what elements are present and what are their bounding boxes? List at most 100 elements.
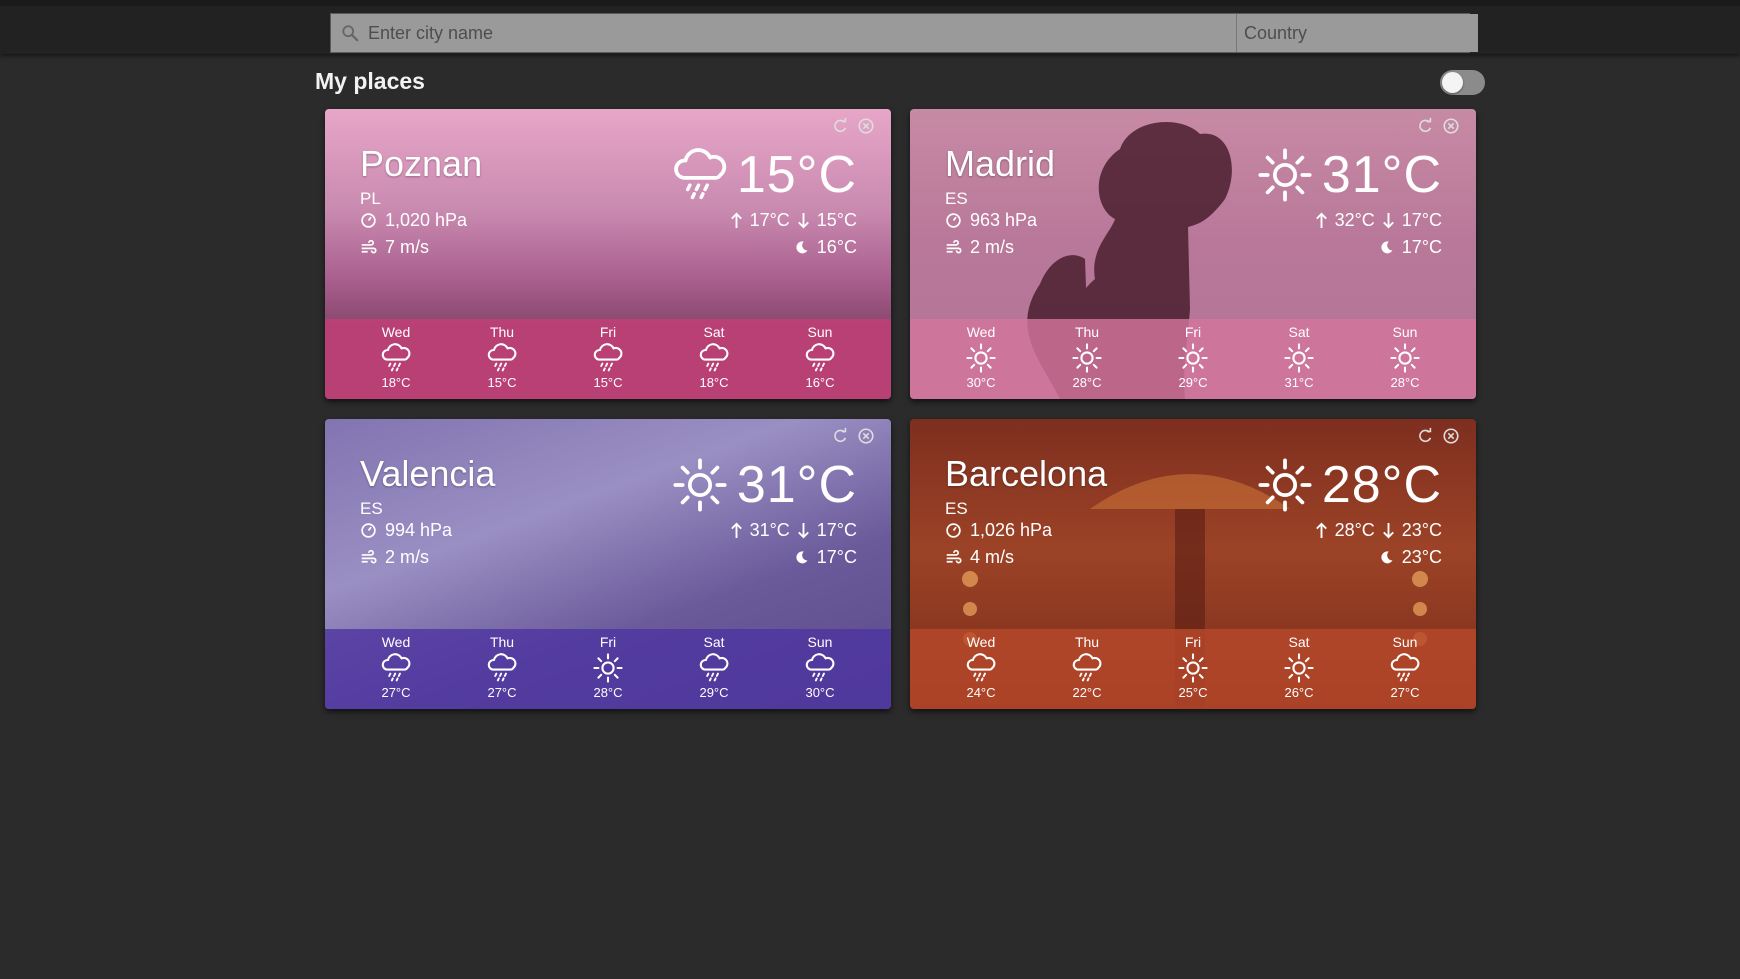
refresh-icon[interactable] xyxy=(831,427,849,445)
forecast-day-name: Sun xyxy=(1392,634,1418,650)
forecast-day: Sat 18°C xyxy=(679,319,749,399)
night-temp: 17°C xyxy=(1401,237,1442,257)
pressure-value: 1,020 hPa xyxy=(385,210,468,230)
city-name: Barcelona xyxy=(945,453,1108,494)
forecast-day: Wed 24°C xyxy=(946,629,1016,709)
current-temp: 31°C xyxy=(736,456,857,514)
low-temp: 23°C xyxy=(1401,520,1442,540)
pressure-value: 963 hPa xyxy=(970,210,1038,230)
forecast-temp: 28°C xyxy=(593,685,623,700)
toggle-switch[interactable] xyxy=(1440,70,1485,95)
high-low: 28°C 23°C xyxy=(1314,520,1442,541)
forecast-temp: 29°C xyxy=(699,685,729,700)
forecast-day-name: Wed xyxy=(966,634,996,650)
refresh-icon[interactable] xyxy=(1416,427,1434,445)
arrow-up-icon xyxy=(1315,212,1327,229)
night-temp-row: 16°C xyxy=(794,237,857,258)
forecast-temp: 27°C xyxy=(381,685,411,700)
wind-icon xyxy=(946,239,962,254)
card-actions xyxy=(831,117,875,135)
weather-card[interactable]: Madrid ES 963 hPa 2 m/s 31°C 32°C 17°C 17°C Wed 3… xyxy=(910,109,1476,399)
forecast-strip: Wed 24°C Thu 22°C Fri 25°C Sat 26°C Sun 27°C xyxy=(910,629,1476,709)
arrow-up-icon xyxy=(730,522,742,539)
forecast-day-name: Fri xyxy=(599,324,617,340)
sun-icon xyxy=(1258,458,1312,512)
moon-icon xyxy=(1381,241,1393,254)
rain-cloud-icon xyxy=(487,343,517,372)
close-icon[interactable] xyxy=(857,427,875,445)
arrow-up-icon xyxy=(1315,522,1327,539)
forecast-temp: 27°C xyxy=(1390,685,1420,700)
rain-cloud-icon xyxy=(699,343,729,372)
refresh-icon[interactable] xyxy=(831,117,849,135)
forecast-day-name: Sat xyxy=(703,324,725,340)
arrow-down-icon xyxy=(797,212,809,229)
sun-icon xyxy=(1178,343,1208,373)
forecast-day: Wed 27°C xyxy=(361,629,431,709)
high-low: 17°C 15°C xyxy=(729,210,857,231)
forecast-temp: 28°C xyxy=(1072,375,1102,390)
forecast-temp: 16°C xyxy=(805,375,835,390)
forecast-day: Thu 15°C xyxy=(467,319,537,399)
sun-icon xyxy=(1178,653,1208,683)
forecast-temp: 25°C xyxy=(1178,685,1208,700)
page-title: My places xyxy=(315,68,425,94)
night-temp-row: 17°C xyxy=(1379,237,1442,258)
pressure-value: 994 hPa xyxy=(385,520,453,540)
close-icon[interactable] xyxy=(1442,117,1460,135)
forecast-temp: 18°C xyxy=(381,375,411,390)
country-code: ES xyxy=(945,189,968,208)
sun-icon xyxy=(1284,343,1314,373)
high-low: 31°C 17°C xyxy=(729,520,857,541)
forecast-day: Thu 27°C xyxy=(467,629,537,709)
weather-card[interactable]: Poznan PL 1,020 hPa 7 m/s 15°C 17°C 15°C 16°C We… xyxy=(325,109,891,399)
forecast-day-name: Wed xyxy=(966,324,996,340)
high-temp: 31°C xyxy=(749,520,790,540)
high-temp: 17°C xyxy=(749,210,790,230)
forecast-temp: 30°C xyxy=(805,685,835,700)
wind-icon xyxy=(361,549,377,564)
forecast-day-name: Thu xyxy=(1074,634,1100,650)
forecast-day: Thu 22°C xyxy=(1052,629,1122,709)
top-bar xyxy=(0,0,1740,54)
country-code: ES xyxy=(360,499,383,518)
pressure-value: 1,026 hPa xyxy=(970,520,1053,540)
forecast-temp: 29°C xyxy=(1178,375,1208,390)
forecast-day-name: Sun xyxy=(1392,324,1418,340)
forecast-day: Sun 27°C xyxy=(1370,629,1440,709)
wind-value: 4 m/s xyxy=(970,547,1015,567)
forecast-temp: 15°C xyxy=(593,375,623,390)
weather-card[interactable]: Barcelona ES 1,026 hPa 4 m/s 28°C 28°C 23°C 23°… xyxy=(910,419,1476,709)
country-input[interactable] xyxy=(1237,14,1478,52)
low-temp: 15°C xyxy=(816,210,857,230)
current-weather: 31°C xyxy=(671,455,857,515)
wind: 4 m/s xyxy=(945,547,1014,568)
rain-cloud-icon xyxy=(1390,653,1420,682)
current-temp: 15°C xyxy=(736,146,857,204)
wind-value: 7 m/s xyxy=(385,237,430,257)
forecast-strip: Wed 30°C Thu 28°C Fri 29°C Sat 31°C Sun 28°C xyxy=(910,319,1476,399)
forecast-day: Wed 30°C xyxy=(946,319,1016,399)
refresh-icon[interactable] xyxy=(1416,117,1434,135)
forecast-temp: 18°C xyxy=(699,375,729,390)
card-actions xyxy=(1416,117,1460,135)
card-actions xyxy=(1416,427,1460,445)
sun-icon xyxy=(1390,343,1420,373)
pressure: 1,020 hPa xyxy=(360,210,467,231)
pressure: 1,026 hPa xyxy=(945,520,1052,541)
forecast-day-name: Fri xyxy=(1184,634,1202,650)
gauge-icon xyxy=(361,213,376,228)
night-temp-row: 17°C xyxy=(794,547,857,568)
forecast-day: Fri 25°C xyxy=(1158,629,1228,709)
gauge-icon xyxy=(361,523,376,538)
weather-card[interactable]: Valencia ES 994 hPa 2 m/s 31°C 31°C 17°C 17°C We… xyxy=(325,419,891,709)
close-icon[interactable] xyxy=(857,117,875,135)
arrow-down-icon xyxy=(1382,212,1394,229)
rain-cloud-icon xyxy=(674,148,726,200)
forecast-temp: 28°C xyxy=(1390,375,1420,390)
arrow-down-icon xyxy=(1382,522,1394,539)
low-temp: 17°C xyxy=(1401,210,1442,230)
city-search-input[interactable] xyxy=(331,14,1237,52)
pressure: 994 hPa xyxy=(360,520,452,541)
close-icon[interactable] xyxy=(1442,427,1460,445)
